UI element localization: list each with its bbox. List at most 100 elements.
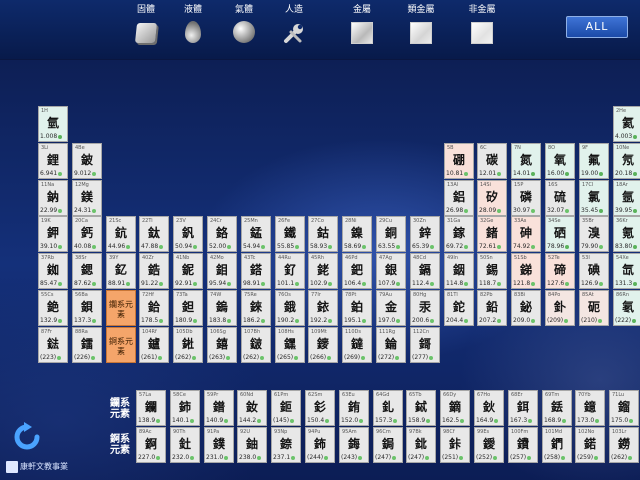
element-cell-lr[interactable]: 103Lr 鐒 (262) (609, 427, 639, 463)
element-cell-tl[interactable]: 81Tl 鉈 204.4 (444, 290, 474, 326)
element-cell-xe[interactable]: 54Xe 氙 131.3 (613, 253, 640, 289)
element-cell-au[interactable]: 79Au 金 197.0 (376, 290, 406, 326)
element-cell-u[interactable]: 92U 鈾 238.0 (237, 427, 267, 463)
element-cell-hg[interactable]: 80Hg 汞 200.6 (410, 290, 440, 326)
element-cell-f[interactable]: 9F 氟 19.00 (579, 143, 609, 179)
element-cell-sc[interactable]: 21Sc 鈧 44.96 (106, 216, 136, 252)
element-cell-rg[interactable]: 111Rg 錀 (272) (376, 327, 406, 363)
element-cell-n[interactable]: 7N 氮 14.01 (511, 143, 541, 179)
element-cell-ti[interactable]: 22Ti 鈦 47.88 (139, 216, 169, 252)
element-cell-sb[interactable]: 51Sb 銻 121.8 (511, 253, 541, 289)
element-cell-pt[interactable]: 78Pt 鉑 195.1 (342, 290, 372, 326)
element-cell-ag[interactable]: 47Ag 銀 107.9 (376, 253, 406, 289)
element-cell-es[interactable]: 99Es 鑀 (252) (474, 427, 504, 463)
legend-metal[interactable]: 金屬 (338, 4, 386, 44)
element-cell-db[interactable]: 105Db 𨧀 (262) (173, 327, 203, 363)
element-cell-ce[interactable]: 58Ce 鈰 140.1 (170, 390, 200, 426)
element-cell-er[interactable]: 68Er 鉺 167.3 (508, 390, 538, 426)
all-button[interactable]: ALL (566, 16, 628, 38)
element-cell-rh[interactable]: 45Rh 銠 102.9 (308, 253, 338, 289)
refresh-icon[interactable] (10, 420, 44, 454)
element-cell-la[interactable]: 57La 鑭 138.9 (136, 390, 166, 426)
element-cell-ru[interactable]: 44Ru 釕 101.1 (275, 253, 305, 289)
element-cell-te[interactable]: 52Te 碲 127.6 (545, 253, 575, 289)
element-cell-pb[interactable]: 82Pb 鉛 207.2 (477, 290, 507, 326)
element-cell-cd[interactable]: 48Cd 鎘 112.4 (410, 253, 440, 289)
legend-gas[interactable]: 氣體 (220, 4, 268, 43)
element-cell-rb[interactable]: 37Rb 銣 85.47 (38, 253, 68, 289)
element-cell-cf[interactable]: 98Cf 鉲 (251) (440, 427, 470, 463)
element-cell-ta[interactable]: 73Ta 鉭 180.9 (173, 290, 203, 326)
element-cell-ar[interactable]: 18Ar 氬 39.95 (613, 180, 640, 216)
element-cell-si[interactable]: 14Si 矽 28.09 (477, 180, 507, 216)
legend-liquid[interactable]: 液體 (169, 4, 217, 43)
element-cell-np[interactable]: 93Np 錼 237.1 (271, 427, 301, 463)
element-cell-ho[interactable]: 67Ho 鈥 164.9 (474, 390, 504, 426)
element-cell-be[interactable]: 4Be 鈹 9.012 (72, 143, 102, 179)
element-cell-as[interactable]: 33As 砷 74.92 (511, 216, 541, 252)
element-cell-th[interactable]: 90Th 釷 232.0 (170, 427, 200, 463)
element-cell-b[interactable]: 5B 硼 10.81 (444, 143, 474, 179)
element-cell-nb[interactable]: 41Nb 鈮 92.91 (173, 253, 203, 289)
element-cell-cn[interactable]: 112Cn 鎶 (277) (410, 327, 440, 363)
element-cell-rf[interactable]: 104Rf 鑪 (261) (139, 327, 169, 363)
element-cell-mt[interactable]: 109Mt 䥑 (266) (308, 327, 338, 363)
element-cell-ac[interactable]: 89Ac 錒 227.0 (136, 427, 166, 463)
element-cell-mg[interactable]: 12Mg 鎂 24.31 (72, 180, 102, 216)
element-cell-ra[interactable]: 88Ra 鐳 (226) (72, 327, 102, 363)
element-cell-co[interactable]: 27Co 鈷 58.93 (308, 216, 338, 252)
element-cell-s[interactable]: 16S 硫 32.07 (545, 180, 575, 216)
element-cell-rn[interactable]: 86Rn 氡 (222) (613, 290, 640, 326)
element-cell-h[interactable]: 1H 氫 1.008 (38, 106, 68, 142)
element-cell-ba[interactable]: 56Ba 鋇 137.3 (72, 290, 102, 326)
element-cell-o[interactable]: 8O 氧 16.00 (545, 143, 575, 179)
element-cell-zn[interactable]: 30Zn 鋅 65.39 (410, 216, 440, 252)
element-cell-nd[interactable]: 60Nd 釹 144.2 (237, 390, 267, 426)
element-cell-na[interactable]: 11Na 鈉 22.99 (38, 180, 68, 216)
element-cell-v[interactable]: 23V 釩 50.94 (173, 216, 203, 252)
legend-solid[interactable]: 固體 (122, 4, 170, 43)
element-cell-fm[interactable]: 100Fm 鐨 (257) (508, 427, 538, 463)
element-cell-hf[interactable]: 72Hf 鉿 178.5 (139, 290, 169, 326)
legend-metalloid[interactable]: 類金屬 (397, 4, 445, 44)
element-cell-cm[interactable]: 96Cm 鋦 (247) (373, 427, 403, 463)
element-cell-fe[interactable]: 26Fe 鐵 55.85 (275, 216, 305, 252)
element-cell-tb[interactable]: 65Tb 鋱 158.9 (406, 390, 436, 426)
element-cell-ga[interactable]: 31Ga 鎵 69.72 (444, 216, 474, 252)
element-cell-i[interactable]: 53I 碘 126.9 (579, 253, 609, 289)
element-cell-ir[interactable]: 77Ir 銥 192.2 (308, 290, 338, 326)
element-cell-cr[interactable]: 24Cr 鉻 52.00 (207, 216, 237, 252)
element-cell-cu[interactable]: 29Cu 銅 63.55 (376, 216, 406, 252)
element-cell-tm[interactable]: 69Tm 銩 168.9 (542, 390, 572, 426)
element-cell-yb[interactable]: 70Yb 鐿 173.0 (575, 390, 605, 426)
element-cell-li[interactable]: 3Li 鋰 6.941 (38, 143, 68, 179)
element-cell-no[interactable]: 102No 鍩 (259) (575, 427, 605, 463)
element-cell-ca[interactable]: 20Ca 鈣 40.08 (72, 216, 102, 252)
element-cell-in[interactable]: 49In 銦 114.8 (444, 253, 474, 289)
element-cell-md[interactable]: 101Md 鍆 (258) (542, 427, 572, 463)
element-cell-dy[interactable]: 66Dy 鏑 162.5 (440, 390, 470, 426)
element-cell-zr[interactable]: 40Zr 鋯 91.22 (139, 253, 169, 289)
element-cell-mo[interactable]: 42Mo 鉬 95.94 (207, 253, 237, 289)
element-cell-eu[interactable]: 63Eu 銪 152.0 (339, 390, 369, 426)
element-cell-bh[interactable]: 107Bh 𨨏 (262) (241, 327, 271, 363)
element-cell-am[interactable]: 95Am 鋂 (243) (339, 427, 369, 463)
element-cell-pu[interactable]: 94Pu 鈽 (244) (305, 427, 335, 463)
legend-synthetic[interactable]: 人造 (270, 4, 318, 49)
element-cell-lu[interactable]: 71Lu 鎦 175.0 (609, 390, 639, 426)
element-cell-sn[interactable]: 50Sn 錫 118.7 (477, 253, 507, 289)
element-cell-se[interactable]: 34Se 硒 78.96 (545, 216, 575, 252)
element-cell-tc[interactable]: 43Tc 鎝 98.91 (241, 253, 271, 289)
element-cell-ni[interactable]: 28Ni 鎳 58.69 (342, 216, 372, 252)
element-cell-sm[interactable]: 62Sm 釤 150.4 (305, 390, 335, 426)
element-cell-k[interactable]: 19K 鉀 39.10 (38, 216, 68, 252)
element-cell-po[interactable]: 84Po 釙 (209) (545, 290, 575, 326)
element-cell-al[interactable]: 13Al 鋁 26.98 (444, 180, 474, 216)
element-cell-sr[interactable]: 38Sr 鍶 87.62 (72, 253, 102, 289)
element-cell-hs[interactable]: 108Hs 𨭆 (265) (275, 327, 305, 363)
element-cell-br[interactable]: 35Br 溴 79.90 (579, 216, 609, 252)
element-cell-bi[interactable]: 83Bi 鉍 209.0 (511, 290, 541, 326)
element-cell-kr[interactable]: 36Kr 氪 83.80 (613, 216, 640, 252)
element-cell-fr[interactable]: 87Fr 鍅 (223) (38, 327, 68, 363)
element-cell-cl[interactable]: 17Cl 氯 35.45 (579, 180, 609, 216)
